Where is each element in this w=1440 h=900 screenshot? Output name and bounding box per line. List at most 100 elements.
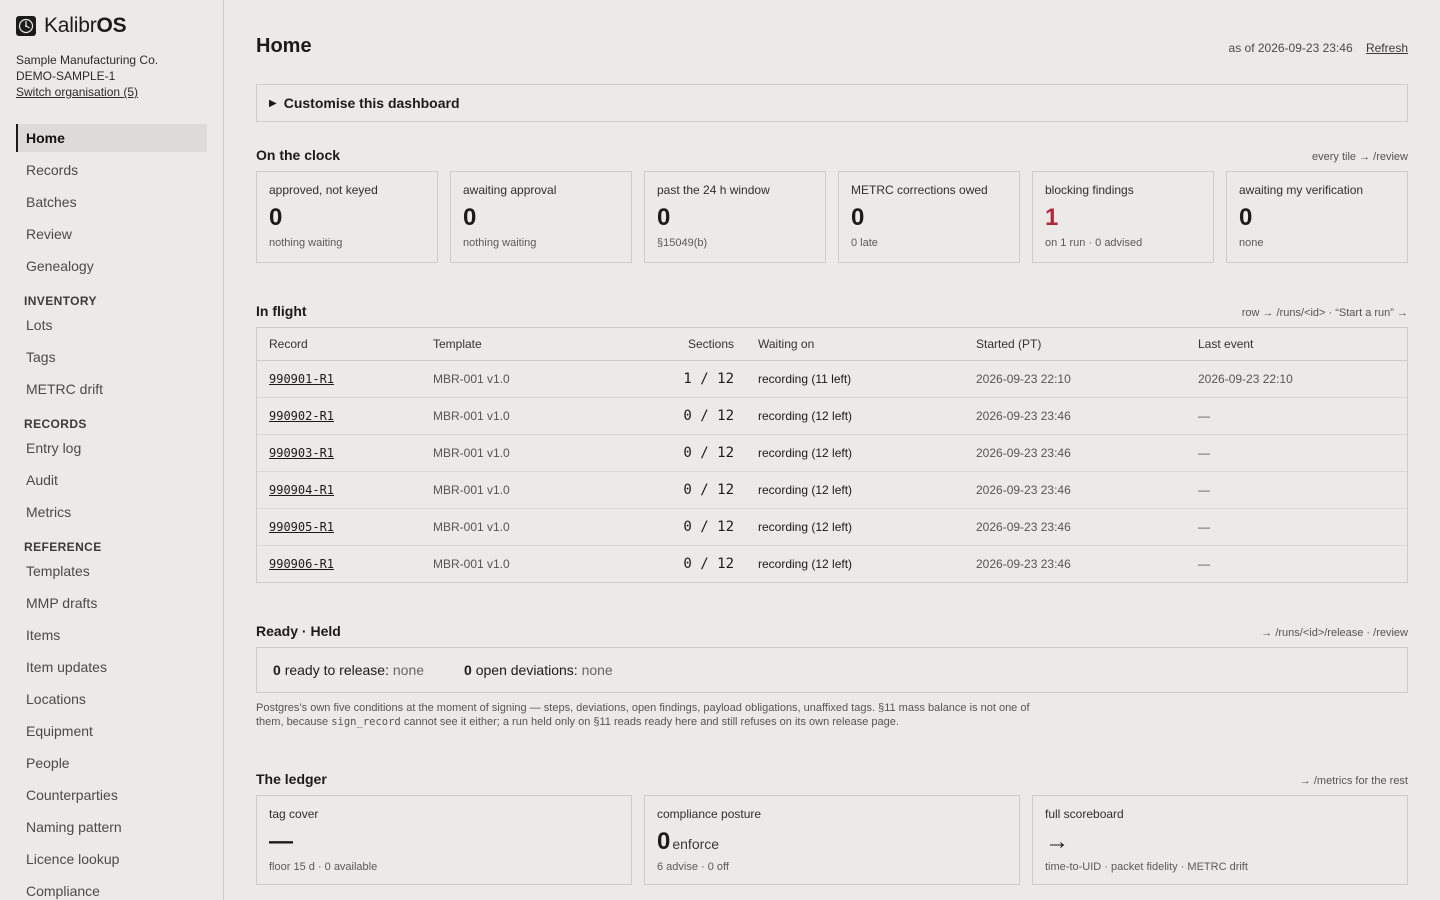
main-content: Home as of 2026-09-23 23:46 Refresh ▶ Cu…: [256, 0, 1408, 885]
table-row[interactable]: 990902-R1 MBR-001 v1.0 0 / 12 recording …: [257, 397, 1407, 435]
nav-item-people[interactable]: People: [16, 749, 207, 777]
switch-organisation-link[interactable]: Switch organisation (5): [16, 85, 138, 99]
nav-item-locations[interactable]: Locations: [16, 685, 207, 713]
tile-past-24h-window[interactable]: past the 24 h window 0 §15049(b): [644, 171, 826, 263]
release-conditions-note: Postgres’s own five conditions at the mo…: [256, 701, 1036, 729]
dial-logo-icon: [16, 16, 36, 36]
sections-cell: 0 / 12: [621, 508, 746, 546]
started-cell: 2026-09-23 23:46: [964, 434, 1186, 472]
ledger-title: The ledger: [256, 771, 327, 787]
record-link[interactable]: 990901-R1: [269, 372, 334, 386]
tile-tag-cover[interactable]: tag cover — floor 15 d · 0 available: [256, 795, 632, 885]
nav-item-audit[interactable]: Audit: [16, 466, 207, 494]
table-header-row: Record Template Sections Waiting on Star…: [257, 328, 1407, 361]
table-row[interactable]: 990906-R1 MBR-001 v1.0 0 / 12 recording …: [257, 545, 1407, 582]
nav-item-items[interactable]: Items: [16, 621, 207, 649]
sections-cell: 0 / 12: [683, 555, 734, 572]
as-of-status: as of 2026-09-23 23:46 Refresh: [1229, 41, 1408, 55]
table-row[interactable]: 990904-R1 MBR-001 v1.0 0 / 12 recording …: [257, 471, 1407, 509]
nav-item-counterparties[interactable]: Counterparties: [16, 781, 207, 809]
nav-item-batches[interactable]: Batches: [16, 188, 207, 216]
waiting-cell: recording (11 left): [746, 360, 964, 398]
template-cell: MBR-001 v1.0: [421, 508, 621, 546]
waiting-cell: recording (12 left): [746, 471, 964, 509]
template-cell: MBR-001 v1.0: [421, 434, 621, 472]
tile-label: blocking findings: [1045, 183, 1134, 197]
nav-group-inventory: INVENTORY: [24, 294, 97, 308]
tile-sub: time-to-UID · packet fidelity · METRC dr…: [1045, 861, 1248, 873]
last-event-cell: —: [1186, 434, 1407, 472]
on-the-clock-tiles: approved, not keyed 0 nothing waiting aw…: [256, 171, 1408, 263]
table-row[interactable]: 990901-R1 MBR-001 v1.0 1 / 12 recording …: [257, 360, 1407, 398]
tile-compliance-posture[interactable]: compliance posture 0 enforce 6 advise · 0…: [644, 795, 1020, 885]
on-the-clock-header: On the clock every tile → /review: [256, 147, 1408, 165]
tile-label: full scoreboard: [1045, 807, 1124, 821]
nav-item-lots[interactable]: Lots: [16, 311, 207, 339]
nav-item-review[interactable]: Review: [16, 220, 207, 248]
table-row[interactable]: 990905-R1 MBR-001 v1.0 0 / 12 recording …: [257, 508, 1407, 546]
nav-item-metrc-drift[interactable]: METRC drift: [16, 375, 207, 403]
main-nav: Home Records Batches Review Genealogy IN…: [16, 124, 207, 900]
brand[interactable]: KalibrOS: [16, 14, 207, 38]
record-link[interactable]: 990906-R1: [269, 557, 334, 571]
nav-item-home[interactable]: Home: [16, 124, 207, 152]
nav-item-mmp-drafts[interactable]: MMP drafts: [16, 589, 207, 617]
tile-approved-not-keyed[interactable]: approved, not keyed 0 nothing waiting: [256, 171, 438, 263]
tile-value: 0: [1239, 204, 1253, 231]
nav-item-naming-pattern[interactable]: Naming pattern: [16, 813, 207, 841]
nav-item-records[interactable]: Records: [16, 156, 207, 184]
nav-item-tags[interactable]: Tags: [16, 343, 207, 371]
tile-value: 1: [1045, 204, 1059, 231]
nav-item-templates[interactable]: Templates: [16, 557, 207, 585]
col-last-event: Last event: [1186, 328, 1407, 361]
tile-label: approved, not keyed: [269, 183, 378, 197]
tile-sub: nothing waiting: [463, 237, 537, 249]
ready-held-hint: → /runs/<id>/release · /review: [1261, 627, 1408, 639]
started-cell: 2026-09-23 23:46: [976, 556, 1071, 571]
in-flight-header: In flight row → /runs/<id> · “Start a ru…: [256, 303, 1408, 321]
refresh-link[interactable]: Refresh: [1366, 41, 1408, 55]
col-sections: Sections: [621, 328, 746, 361]
nav-group-reference: REFERENCE: [24, 540, 102, 554]
template-cell: MBR-001 v1.0: [421, 397, 621, 435]
col-waiting-on: Waiting on: [746, 328, 964, 361]
template-cell: MBR-001 v1.0: [421, 360, 621, 398]
nav-item-metrics[interactable]: Metrics: [16, 498, 207, 526]
tile-sub: nothing waiting: [269, 237, 343, 249]
last-event-cell: —: [1186, 508, 1407, 546]
ready-to-release[interactable]: 0 ready to release: none: [273, 662, 424, 678]
ready-value: none: [392, 662, 425, 678]
sections-cell: 0 / 12: [621, 397, 746, 435]
nav-item-equipment[interactable]: Equipment: [16, 717, 207, 745]
triangle-right-icon: ▶: [269, 97, 277, 109]
tile-metrc-corrections-owed[interactable]: METRC corrections owed 0 0 late: [838, 171, 1020, 263]
tile-awaiting-my-verification[interactable]: awaiting my verification 0 none: [1226, 171, 1408, 263]
record-link[interactable]: 990902-R1: [269, 409, 334, 423]
ready-held-box: 0 ready to release: none 0 open deviatio…: [256, 647, 1408, 693]
nav-item-compliance[interactable]: Compliance: [16, 877, 207, 900]
table-row[interactable]: 990903-R1 MBR-001 v1.0 0 / 12 recording …: [257, 434, 1407, 472]
started-cell: 2026-09-23 22:10: [964, 360, 1186, 398]
tile-sub: on 1 run · 0 advised: [1045, 237, 1143, 249]
tile-blocking-findings[interactable]: blocking findings 1 on 1 run · 0 advised: [1032, 171, 1214, 263]
nav-item-genealogy[interactable]: Genealogy: [16, 252, 207, 280]
tile-awaiting-approval[interactable]: awaiting approval 0 nothing waiting: [450, 171, 632, 263]
template-cell: MBR-001 v1.0: [433, 556, 510, 571]
in-flight-table: Record Template Sections Waiting on Star…: [256, 327, 1408, 583]
tile-label: past the 24 h window: [657, 183, 770, 197]
open-deviations[interactable]: 0 open deviations: none: [464, 662, 613, 678]
deviations-value: none: [581, 662, 613, 678]
nav-item-item-updates[interactable]: Item updates: [16, 653, 207, 681]
record-link[interactable]: 990903-R1: [269, 446, 334, 460]
nav-item-licence-lookup[interactable]: Licence lookup: [16, 845, 207, 873]
record-link[interactable]: 990904-R1: [269, 483, 334, 497]
record-link[interactable]: 990905-R1: [269, 520, 334, 534]
waiting-cell: recording (12 left): [746, 508, 964, 546]
nav-item-entry-log[interactable]: Entry log: [16, 434, 207, 462]
col-record: Record: [257, 328, 421, 361]
last-event-cell: 2026-09-23 22:10: [1186, 360, 1407, 398]
org-info: Sample Manufacturing Co. DEMO-SAMPLE-1 S…: [16, 52, 207, 100]
customise-dashboard-toggle[interactable]: ▶ Customise this dashboard: [256, 84, 1408, 122]
tile-full-scoreboard[interactable]: full scoreboard → time-to-UID · packet f…: [1032, 795, 1408, 885]
tile-sub: floor 15 d · 0 available: [269, 861, 378, 873]
